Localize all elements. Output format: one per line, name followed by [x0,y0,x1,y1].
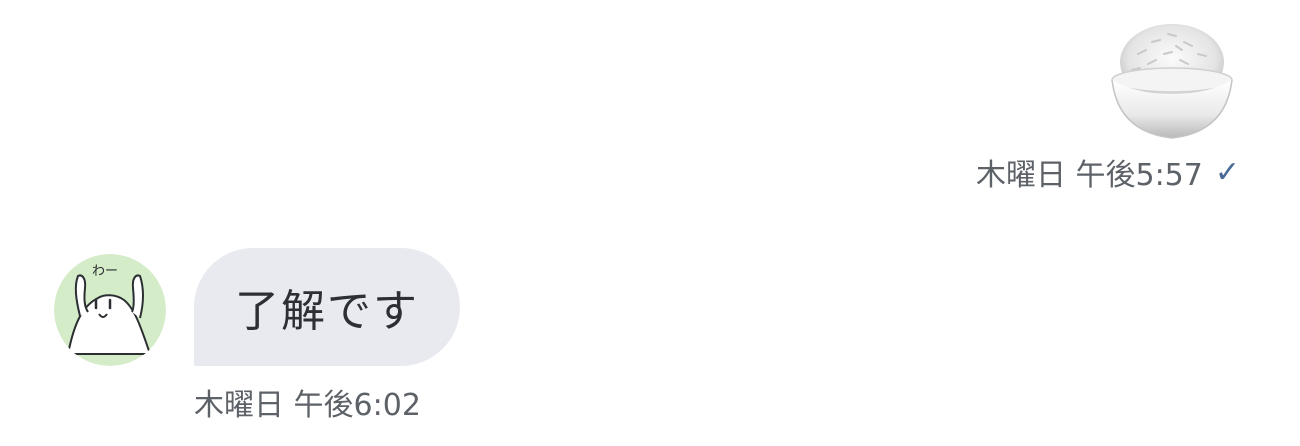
outgoing-message-meta: 木曜日 午後5:57 ✓ [976,150,1240,194]
avatar-caption: わー [92,264,119,279]
incoming-timestamp: 木曜日 午後6:02 [194,388,421,423]
rice-bowl-sticker[interactable] [1108,20,1236,144]
rice-bowl-icon [1111,24,1233,139]
outgoing-timestamp: 木曜日 午後5:57 [975,158,1203,193]
incoming-message-bubble[interactable]: 了解です [194,248,460,366]
checkmark-icon: ✓ [1214,154,1240,190]
incoming-message-text: 了解です [235,286,419,337]
